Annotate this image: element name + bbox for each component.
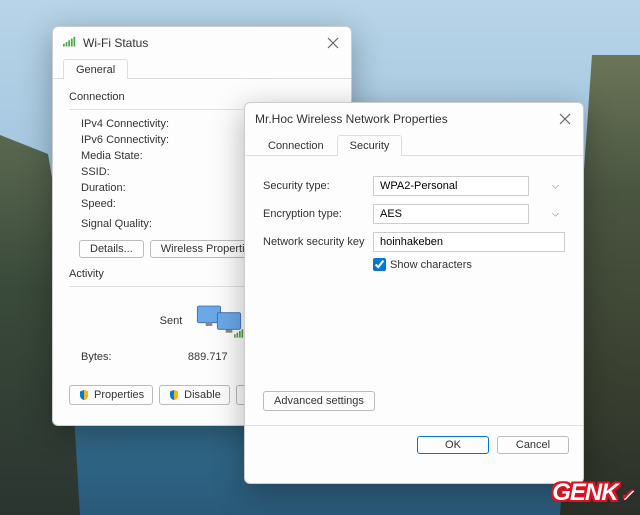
wifi-status-titlebar: Wi-Fi Status: [53, 27, 351, 55]
tab-connection[interactable]: Connection: [255, 135, 337, 155]
network-properties-window: Mr.Hoc Wireless Network Properties Conne…: [244, 102, 584, 484]
network-activity-icon: [194, 301, 244, 341]
security-type-dropdown[interactable]: [373, 176, 529, 196]
security-tab-content: Security type: ⌵ Encryption type: ⌵ Netw…: [245, 156, 583, 419]
activity-sent-label: Sent: [160, 315, 183, 327]
properties-button[interactable]: Properties: [69, 385, 153, 405]
encryption-type-dropdown[interactable]: [373, 204, 529, 224]
properties-button-label: Properties: [94, 389, 144, 401]
media-state-label: Media State:: [81, 150, 211, 162]
watermark-logo: GENK: [552, 479, 632, 507]
chevron-down-icon: ⌵: [552, 209, 559, 220]
disable-button[interactable]: Disable: [159, 385, 230, 405]
ipv6-label: IPv6 Connectivity:: [81, 134, 211, 146]
ssid-label: SSID:: [81, 166, 211, 178]
shield-icon: [78, 389, 90, 401]
disable-button-label: Disable: [184, 389, 221, 401]
chevron-down-icon: ⌵: [552, 181, 559, 192]
network-key-label: Network security key: [263, 236, 373, 248]
network-key-input[interactable]: [373, 232, 565, 252]
close-icon[interactable]: [325, 35, 341, 51]
close-icon[interactable]: [557, 111, 573, 127]
details-button[interactable]: Details...: [79, 240, 144, 258]
tab-security[interactable]: Security: [337, 135, 403, 156]
duration-label: Duration:: [81, 182, 211, 194]
dialog-footer: OK Cancel: [245, 426, 583, 464]
shield-icon: [168, 389, 180, 401]
wifi-icon: [63, 36, 77, 50]
cancel-button[interactable]: Cancel: [497, 436, 569, 454]
security-type-label: Security type:: [263, 180, 373, 192]
signal-quality-label: Signal Quality:: [81, 218, 211, 230]
show-characters-checkbox[interactable]: [373, 258, 386, 271]
ok-button[interactable]: OK: [417, 436, 489, 454]
bytes-label: Bytes:: [81, 351, 112, 369]
wifi-status-tabs: General: [53, 55, 351, 79]
speed-label: Speed:: [81, 198, 211, 210]
bytes-value: 889.717: [188, 351, 228, 369]
show-characters-label: Show characters: [390, 259, 472, 271]
wifi-status-title: Wi-Fi Status: [83, 36, 325, 50]
network-properties-titlebar: Mr.Hoc Wireless Network Properties: [245, 103, 583, 131]
network-properties-title: Mr.Hoc Wireless Network Properties: [255, 112, 557, 126]
ipv4-label: IPv4 Connectivity:: [81, 118, 211, 130]
network-properties-tabs: Connection Security: [245, 131, 583, 156]
tab-general[interactable]: General: [63, 59, 128, 79]
encryption-type-label: Encryption type:: [263, 208, 373, 220]
advanced-settings-button[interactable]: Advanced settings: [263, 391, 375, 411]
